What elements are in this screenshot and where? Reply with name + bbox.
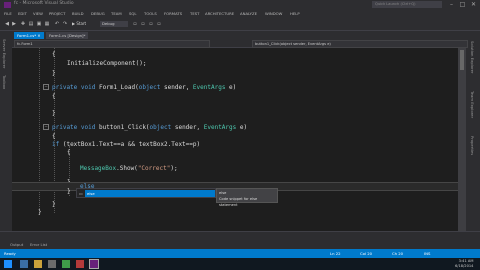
left-tool-strip: Server Explorer Toolbox [0,31,12,249]
toolbar-icon[interactable]: ▫ [132,21,138,27]
minimize-button[interactable]: – [446,0,457,9]
solution-explorer-tab[interactable]: Solution Explorer [470,41,475,73]
solution-config-dropdown[interactable]: Debug [100,21,128,27]
toolbox-tab[interactable]: Toolbox [2,75,7,89]
code-line: } [52,70,56,77]
open-file-icon[interactable]: ▤ [28,21,34,27]
internet-explorer-icon[interactable] [20,260,28,268]
right-tool-strip: Solution Explorer Team Explorer Properti… [466,31,480,249]
start-debugging-button[interactable]: ▶ Start [72,20,86,28]
tab-label: Form1.cs* [17,33,37,38]
maximize-button[interactable]: □ [457,0,468,9]
server-explorer-tab[interactable]: Server Explorer [2,39,7,68]
taskbar-app-icon[interactable] [76,260,84,268]
error-list-tab[interactable]: Error List [30,242,47,247]
member-dropdown[interactable]: button1_Click(object sender, EventArgs e… [252,40,468,48]
menu-team[interactable]: TEAM [111,10,122,18]
clock-date: 6/18/2014 [455,264,474,268]
navigation-bar: fc.Form1 button1_Click(object sender, Ev… [12,40,468,48]
forward-icon[interactable]: ▶ [11,21,17,27]
intellisense-tooltip: else Code snippet for else statement [216,188,278,207]
menu-edit[interactable]: EDIT [18,10,27,18]
undo-icon[interactable]: ↶ [54,21,60,27]
status-column: Col 20 [360,251,373,256]
quick-launch-input[interactable]: Quick Launch (Ctrl+Q) [372,1,442,8]
windows-taskbar: 3:41 AM 6/18/2014 [0,258,480,270]
tooltip-description: Code snippet for else statement [219,197,258,207]
save-icon[interactable]: ▣ [36,21,42,27]
status-bar: Ready Ln 22 Col 20 Ch 20 INS [0,249,480,258]
menu-bar: FILE EDIT VIEW PROJECT BUILD DEBUG TEAM … [0,10,480,18]
document-tabs: Form1.cs* ✕ Form1.cs [Design]* [12,31,466,40]
menu-project[interactable]: PROJECT [49,10,65,18]
menu-window[interactable]: WINDOW [265,10,282,18]
code-line: } [52,110,56,117]
menu-help[interactable]: HELP [290,10,300,18]
toolbar-icon[interactable]: ▫ [140,21,146,27]
code-line: { [52,93,56,100]
menu-file[interactable]: FILE [4,10,12,18]
menu-build[interactable]: BUILD [72,10,84,18]
clock[interactable]: 3:41 AM 6/18/2014 [455,259,473,269]
menu-tools[interactable]: TOOLS [144,10,157,18]
menu-test[interactable]: TEST [190,10,199,18]
code-line: MessageBox.Show("Correct"); [80,165,178,172]
menu-formats[interactable]: FORMATS [164,10,182,18]
back-icon[interactable]: ◀ [4,21,10,27]
taskbar-app-icon[interactable] [48,260,56,268]
snippet-icon: ▭ [79,191,83,196]
intellisense-list[interactable]: ▭ else [76,188,216,198]
toolbar: ◀ ▶ ✚ ▤ ▣ ▦ ↶ ↷ ▶ Start Debug ▫ ▫ ▫ ▫ [0,18,480,31]
window-title: fc - Microsoft Visual Studio [14,1,74,6]
scrollbar-thumb[interactable] [460,50,464,70]
file-explorer-icon[interactable] [34,260,42,268]
title-bar: fc - Microsoft Visual Studio Quick Launc… [0,0,480,10]
redo-icon[interactable]: ↷ [62,21,68,27]
save-all-icon[interactable]: ▦ [44,21,50,27]
visual-studio-logo-icon [4,2,11,8]
properties-tab[interactable]: Properties [470,136,475,155]
type-dropdown[interactable]: fc.Form1 [14,40,210,48]
start-button-icon[interactable] [4,260,12,268]
vertical-scrollbar[interactable] [458,48,466,231]
toolbar-icon[interactable]: ▫ [156,21,162,27]
close-tab-icon[interactable]: ✕ [37,33,40,38]
menu-analyze[interactable]: ANALYZE [240,10,257,18]
code-line: { [67,149,71,156]
menu-debug[interactable]: DEBUG [91,10,105,18]
close-button[interactable]: ✕ [468,0,479,9]
status-line: Ln 22 [330,251,341,256]
status-ready: Ready [4,251,16,256]
taskbar-app-icon[interactable] [62,260,70,268]
tab-form1-cs[interactable]: Form1.cs* ✕ [14,32,44,39]
status-insert-mode: INS [424,251,431,256]
visual-studio-taskbar-icon[interactable] [89,259,99,269]
menu-view[interactable]: VIEW [33,10,43,18]
bottom-panel: Output Error List [0,231,480,250]
status-char: Ch 20 [392,251,404,256]
tab-form1-design[interactable]: Form1.cs [Design]* [46,32,89,39]
toolbar-icon[interactable]: ▫ [148,21,154,27]
intellisense-item-selected[interactable]: else [85,190,215,197]
menu-sql[interactable]: SQL [129,10,137,18]
new-project-icon[interactable]: ✚ [20,21,26,27]
team-explorer-tab[interactable]: Team Explorer [470,91,475,118]
menu-architecture[interactable]: ARCHITECTURE [205,10,234,18]
output-tab[interactable]: Output [10,242,23,247]
